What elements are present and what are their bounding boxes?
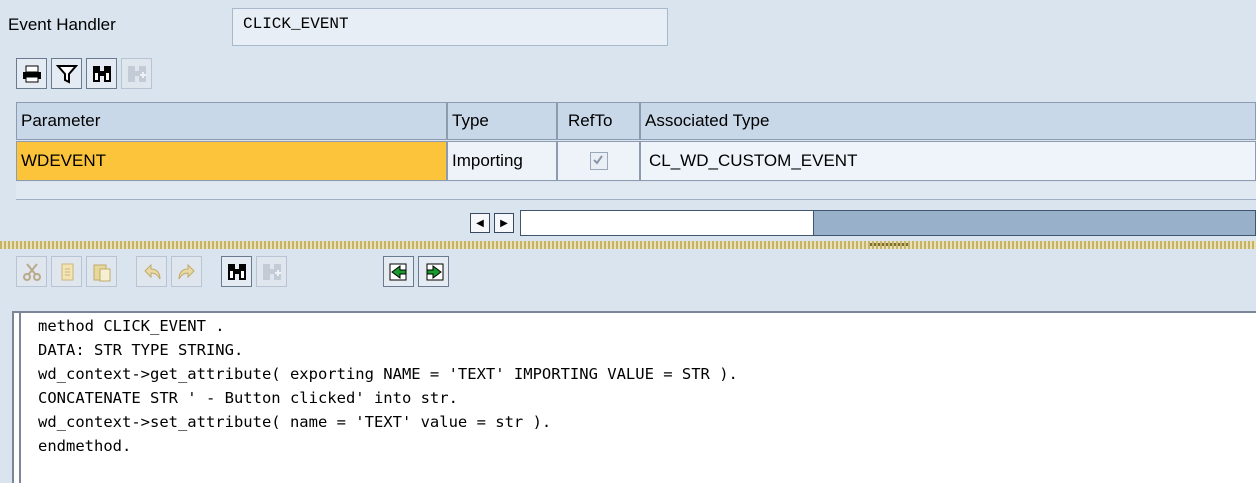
download-button[interactable] bbox=[418, 256, 449, 287]
find-next-icon bbox=[127, 65, 146, 82]
find-next-button bbox=[121, 58, 152, 89]
cell-associated-type[interactable]: CL_WD_CUSTOM_EVENT bbox=[640, 141, 1256, 181]
code-line[interactable]: endmethod. bbox=[38, 437, 131, 455]
copy-icon bbox=[61, 263, 73, 280]
print-icon bbox=[22, 65, 41, 82]
code-line[interactable]: wd_context->set_attribute( name = 'TEXT'… bbox=[38, 413, 551, 431]
editor-gutter-line bbox=[19, 313, 21, 483]
arrow-left-icon: ◀ bbox=[476, 217, 484, 229]
arrow-right-icon: ▶ bbox=[500, 217, 508, 229]
empty-table-row bbox=[16, 182, 1256, 200]
checkmark-icon bbox=[592, 155, 603, 165]
code-line[interactable]: method CLICK_EVENT . bbox=[38, 317, 225, 335]
paste-button bbox=[86, 256, 117, 287]
code-line[interactable]: DATA: STR TYPE STRING. bbox=[38, 341, 243, 359]
code-line[interactable]: CONCATENATE STR ' - Button clicked' into… bbox=[38, 389, 458, 407]
column-header-associated-type[interactable]: Associated Type bbox=[640, 102, 1256, 140]
cell-parameter[interactable]: WDEVENT bbox=[16, 141, 447, 181]
scrollbar-thumb[interactable] bbox=[520, 210, 814, 236]
undo-icon bbox=[143, 263, 160, 279]
column-header-refto[interactable]: RefTo bbox=[557, 102, 640, 140]
upload-button[interactable] bbox=[383, 256, 414, 287]
undo-button bbox=[136, 256, 167, 287]
redo-button bbox=[171, 256, 202, 287]
filter-icon bbox=[55, 64, 78, 84]
event-handler-label: Event Handler bbox=[8, 15, 116, 34]
code-line[interactable]: wd_context->get_attribute( exporting NAM… bbox=[38, 365, 738, 383]
redo-icon bbox=[178, 263, 195, 279]
pane-splitter[interactable] bbox=[0, 241, 1256, 249]
copy-button bbox=[51, 256, 82, 287]
upload-icon bbox=[389, 263, 406, 280]
find-next-icon bbox=[262, 263, 281, 280]
cell-refto bbox=[557, 141, 640, 181]
scrollbar-track[interactable] bbox=[814, 210, 1256, 236]
editor-find-next-button bbox=[256, 256, 287, 287]
scroll-right-button[interactable]: ▶ bbox=[494, 213, 514, 233]
editor-find-button[interactable] bbox=[221, 256, 252, 287]
event-handler-field[interactable]: CLICK_EVENT bbox=[232, 8, 668, 46]
refto-checkbox[interactable] bbox=[589, 152, 608, 170]
column-header-type[interactable]: Type bbox=[447, 102, 557, 140]
find-button[interactable] bbox=[86, 58, 117, 89]
column-header-parameter[interactable]: Parameter bbox=[16, 102, 447, 140]
scroll-left-button[interactable]: ◀ bbox=[470, 213, 490, 233]
find-icon bbox=[92, 65, 111, 82]
splitter-grip[interactable] bbox=[870, 243, 908, 246]
paste-icon bbox=[93, 264, 110, 281]
cut-icon bbox=[22, 262, 41, 281]
code-editor[interactable]: method CLICK_EVENT . DATA: STR TYPE STRI… bbox=[12, 311, 1256, 483]
download-icon bbox=[426, 263, 443, 280]
cell-type[interactable]: Importing bbox=[447, 141, 557, 181]
find-icon bbox=[227, 263, 246, 280]
filter-button[interactable] bbox=[51, 58, 82, 89]
print-button[interactable] bbox=[16, 58, 47, 89]
cut-button bbox=[16, 256, 47, 287]
